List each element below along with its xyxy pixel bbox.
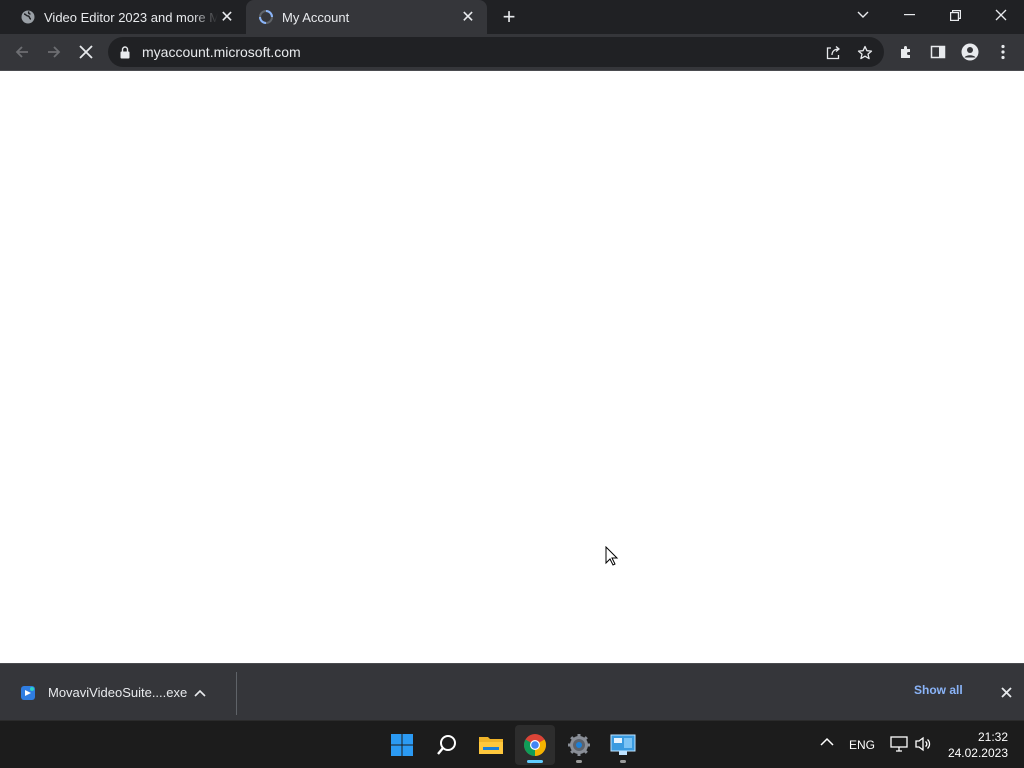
browser-toolbar: myaccount.microsoft.com [0,34,1024,70]
tab-title: My Account [282,9,350,25]
close-tab-icon[interactable]: ✕ [218,8,236,26]
movavi-file-icon [20,685,36,701]
bookmark-star-icon[interactable] [854,42,876,64]
close-tab-icon[interactable]: ✕ [459,8,477,26]
clock-time: 21:32 [977,730,1008,744]
lock-icon[interactable] [120,45,132,59]
running-indicator [576,760,582,763]
forward-arrow-icon[interactable] [41,39,67,65]
new-tab-button[interactable]: + [498,4,520,29]
chevron-up-icon[interactable] [820,736,834,750]
network-icon[interactable] [890,736,908,755]
close-window-icon[interactable] [978,0,1024,30]
tab-title: Video Editor 2023 and more Multimedia [44,9,218,25]
control-panel-icon[interactable] [603,725,643,765]
stop-loading-icon[interactable] [73,39,99,65]
tab-my-account[interactable]: My Account ✕ [246,0,487,34]
globe-icon [20,9,36,25]
share-icon[interactable] [822,42,844,64]
profile-icon[interactable] [957,39,983,65]
taskbar: ENG 21:32 24.02.2023 [0,720,1024,768]
page-content[interactable] [0,71,1024,663]
chrome-icon[interactable] [515,725,555,765]
language-indicator[interactable]: ENG [849,738,875,752]
settings-icon[interactable] [559,725,599,765]
download-item[interactable]: MovaviVideoSuite....exe [0,664,237,721]
menu-kebab-icon[interactable] [990,39,1016,65]
download-filename: MovaviVideoSuite....exe [48,685,188,700]
search-icon[interactable] [427,725,467,765]
address-bar[interactable]: myaccount.microsoft.com [108,37,884,67]
back-arrow-icon[interactable] [9,39,35,65]
restore-icon[interactable] [932,0,978,30]
mouse-cursor-icon [605,545,619,571]
tab-strip: Video Editor 2023 and more Multimedia ✕ … [0,0,1024,34]
clock[interactable]: 21:32 24.02.2023 [942,729,1008,761]
chevron-up-icon[interactable] [194,686,206,700]
file-explorer-icon[interactable] [471,725,511,765]
download-divider [236,672,237,715]
volume-icon[interactable] [914,736,932,755]
active-indicator [527,760,543,763]
url-text: myaccount.microsoft.com [142,44,301,60]
side-panel-icon[interactable] [925,39,951,65]
loading-spinner-icon [258,9,274,25]
close-download-bar-icon[interactable] [996,682,1016,702]
start-icon[interactable] [382,725,422,765]
tab-video-editor[interactable]: Video Editor 2023 and more Multimedia ✕ [0,0,246,34]
download-bar: MovaviVideoSuite....exe Show all [0,663,1024,720]
clock-date: 24.02.2023 [947,746,1008,760]
show-all-link[interactable]: Show all [914,683,963,697]
tab-search-icon[interactable] [840,0,886,30]
running-indicator [620,760,626,763]
minimize-icon[interactable] [886,0,932,30]
extensions-icon[interactable] [893,39,919,65]
